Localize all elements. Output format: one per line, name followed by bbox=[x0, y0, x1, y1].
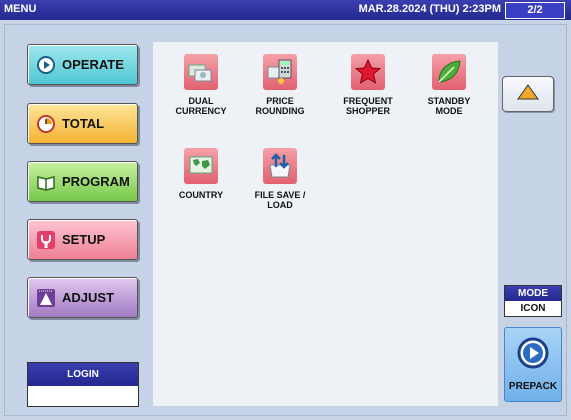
wrench-icon bbox=[35, 229, 56, 250]
total-label: TOTAL bbox=[62, 116, 105, 131]
tile-label-line2: LOAD bbox=[267, 200, 293, 210]
tile-label-line1: COUNTRY bbox=[178, 190, 224, 200]
leaf-icon bbox=[432, 54, 466, 90]
play-icon bbox=[505, 336, 561, 375]
dual-currency-tile[interactable]: DUAL CURRENCY bbox=[161, 54, 241, 116]
file-save-load-tile[interactable]: FILE SAVE / LOAD bbox=[240, 148, 320, 210]
mode-label: MODE bbox=[505, 286, 561, 301]
setup-label: SETUP bbox=[62, 232, 106, 247]
login-panel[interactable]: LOGIN bbox=[27, 362, 139, 407]
tile-label-line2: SHOPPER bbox=[345, 106, 390, 116]
tile-label-line1: STANDBY bbox=[427, 96, 471, 106]
tile-label-line1: PRICE bbox=[266, 96, 294, 106]
tile-label-line1: FREQUENT bbox=[343, 96, 393, 106]
calculator-icon bbox=[263, 54, 297, 90]
frequent-shopper-tile[interactable]: FREQUENT SHOPPER bbox=[328, 54, 408, 116]
price-rounding-tile[interactable]: PRICE ROUNDING bbox=[240, 54, 320, 116]
prepack-button[interactable]: PREPACK bbox=[504, 327, 562, 402]
tile-label-line1: FILE SAVE / bbox=[254, 190, 306, 200]
operate-button[interactable]: OPERATE bbox=[27, 44, 138, 85]
star-icon bbox=[351, 54, 385, 90]
file-transfer-icon bbox=[263, 148, 297, 184]
currency-icon bbox=[184, 54, 218, 90]
country-tile[interactable]: COUNTRY bbox=[161, 148, 241, 200]
clock-icon bbox=[35, 113, 56, 134]
mode-value: ICON bbox=[520, 303, 546, 314]
mode-indicator[interactable]: MODE ICON bbox=[504, 285, 562, 317]
app-title: MENU bbox=[4, 3, 37, 15]
page-indicator: 2/2 bbox=[505, 2, 565, 19]
play-icon bbox=[35, 54, 56, 75]
adjust-label: ADJUST bbox=[62, 290, 115, 305]
triangle-up-icon bbox=[517, 83, 539, 105]
prepack-label: PREPACK bbox=[508, 381, 558, 392]
tile-label-line2: CURRENCY bbox=[175, 106, 227, 116]
level-icon bbox=[35, 287, 56, 308]
operate-label: OPERATE bbox=[62, 57, 124, 72]
tile-label-line2: ROUNDING bbox=[255, 106, 305, 116]
datetime-display: MAR.28.2024 (THU) 2:23PM bbox=[358, 3, 501, 15]
book-icon bbox=[35, 171, 56, 192]
scroll-up-button[interactable] bbox=[502, 76, 554, 112]
total-button[interactable]: TOTAL bbox=[27, 103, 138, 144]
login-field[interactable] bbox=[28, 386, 138, 406]
globe-icon bbox=[184, 148, 218, 184]
standby-mode-tile[interactable]: STANDBY MODE bbox=[409, 54, 489, 116]
function-panel: DUAL CURRENCY PRICE ROUNDING FREQUENT SHOPP… bbox=[153, 42, 498, 406]
tile-label-line1: DUAL bbox=[188, 96, 214, 106]
login-label: LOGIN bbox=[28, 363, 138, 386]
adjust-button[interactable]: ADJUST bbox=[27, 277, 138, 318]
program-button[interactable]: PROGRAM bbox=[27, 161, 138, 202]
program-label: PROGRAM bbox=[62, 174, 130, 189]
tile-label-line2: MODE bbox=[435, 106, 463, 116]
title-bar: MENU MAR.28.2024 (THU) 2:23PM 2/2 bbox=[0, 0, 571, 20]
setup-button[interactable]: SETUP bbox=[27, 219, 138, 260]
